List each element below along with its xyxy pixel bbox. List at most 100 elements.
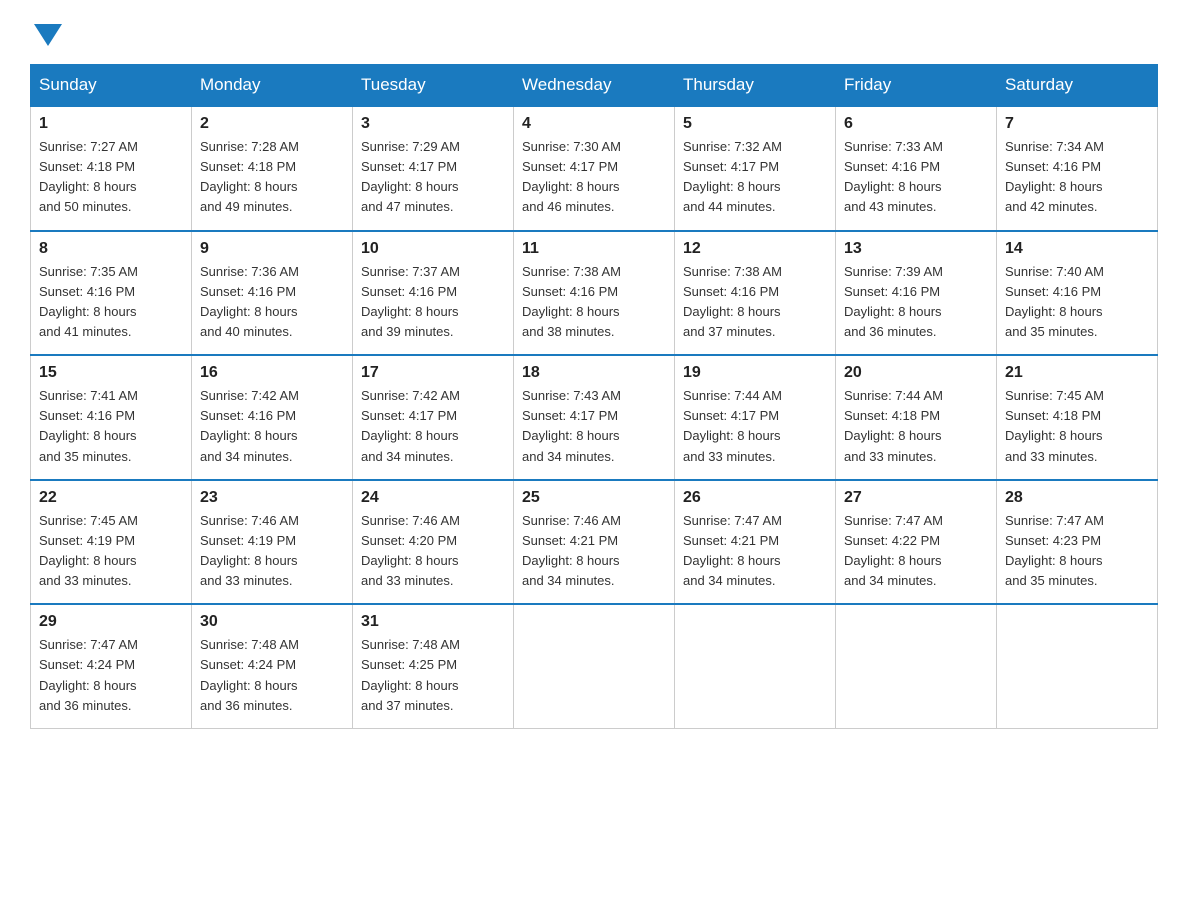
day-number: 2	[200, 115, 344, 133]
day-number: 9	[200, 240, 344, 258]
day-header-tuesday: Tuesday	[353, 65, 514, 107]
day-number: 27	[844, 489, 988, 507]
calendar-cell: 6 Sunrise: 7:33 AMSunset: 4:16 PMDayligh…	[836, 106, 997, 231]
calendar-cell: 21 Sunrise: 7:45 AMSunset: 4:18 PMDaylig…	[997, 355, 1158, 480]
calendar-cell: 31 Sunrise: 7:48 AMSunset: 4:25 PMDaylig…	[353, 604, 514, 728]
calendar-cell: 10 Sunrise: 7:37 AMSunset: 4:16 PMDaylig…	[353, 231, 514, 356]
day-number: 7	[1005, 115, 1149, 133]
day-header-friday: Friday	[836, 65, 997, 107]
day-info: Sunrise: 7:43 AMSunset: 4:17 PMDaylight:…	[522, 388, 621, 463]
day-info: Sunrise: 7:42 AMSunset: 4:17 PMDaylight:…	[361, 388, 460, 463]
calendar-week-row: 22 Sunrise: 7:45 AMSunset: 4:19 PMDaylig…	[31, 480, 1158, 605]
day-number: 21	[1005, 364, 1149, 382]
calendar-week-row: 8 Sunrise: 7:35 AMSunset: 4:16 PMDayligh…	[31, 231, 1158, 356]
day-info: Sunrise: 7:27 AMSunset: 4:18 PMDaylight:…	[39, 139, 138, 214]
day-header-wednesday: Wednesday	[514, 65, 675, 107]
calendar-cell	[675, 604, 836, 728]
day-info: Sunrise: 7:37 AMSunset: 4:16 PMDaylight:…	[361, 264, 460, 339]
day-number: 6	[844, 115, 988, 133]
day-info: Sunrise: 7:29 AMSunset: 4:17 PMDaylight:…	[361, 139, 460, 214]
day-info: Sunrise: 7:47 AMSunset: 4:21 PMDaylight:…	[683, 513, 782, 588]
calendar-cell: 14 Sunrise: 7:40 AMSunset: 4:16 PMDaylig…	[997, 231, 1158, 356]
day-info: Sunrise: 7:32 AMSunset: 4:17 PMDaylight:…	[683, 139, 782, 214]
calendar-week-row: 29 Sunrise: 7:47 AMSunset: 4:24 PMDaylig…	[31, 604, 1158, 728]
day-number: 26	[683, 489, 827, 507]
calendar-cell: 26 Sunrise: 7:47 AMSunset: 4:21 PMDaylig…	[675, 480, 836, 605]
day-number: 18	[522, 364, 666, 382]
calendar-cell: 24 Sunrise: 7:46 AMSunset: 4:20 PMDaylig…	[353, 480, 514, 605]
calendar-cell: 12 Sunrise: 7:38 AMSunset: 4:16 PMDaylig…	[675, 231, 836, 356]
calendar-cell: 4 Sunrise: 7:30 AMSunset: 4:17 PMDayligh…	[514, 106, 675, 231]
day-info: Sunrise: 7:44 AMSunset: 4:17 PMDaylight:…	[683, 388, 782, 463]
day-number: 3	[361, 115, 505, 133]
day-info: Sunrise: 7:47 AMSunset: 4:22 PMDaylight:…	[844, 513, 943, 588]
day-number: 11	[522, 240, 666, 258]
day-number: 31	[361, 613, 505, 631]
calendar-cell: 29 Sunrise: 7:47 AMSunset: 4:24 PMDaylig…	[31, 604, 192, 728]
day-header-monday: Monday	[192, 65, 353, 107]
calendar-cell: 16 Sunrise: 7:42 AMSunset: 4:16 PMDaylig…	[192, 355, 353, 480]
day-info: Sunrise: 7:46 AMSunset: 4:20 PMDaylight:…	[361, 513, 460, 588]
day-number: 25	[522, 489, 666, 507]
calendar-cell	[836, 604, 997, 728]
day-info: Sunrise: 7:47 AMSunset: 4:24 PMDaylight:…	[39, 637, 138, 712]
day-number: 5	[683, 115, 827, 133]
calendar-cell: 11 Sunrise: 7:38 AMSunset: 4:16 PMDaylig…	[514, 231, 675, 356]
day-number: 19	[683, 364, 827, 382]
calendar-cell: 5 Sunrise: 7:32 AMSunset: 4:17 PMDayligh…	[675, 106, 836, 231]
calendar-cell: 28 Sunrise: 7:47 AMSunset: 4:23 PMDaylig…	[997, 480, 1158, 605]
day-header-sunday: Sunday	[31, 65, 192, 107]
day-number: 16	[200, 364, 344, 382]
day-info: Sunrise: 7:30 AMSunset: 4:17 PMDaylight:…	[522, 139, 621, 214]
day-number: 12	[683, 240, 827, 258]
calendar-cell: 2 Sunrise: 7:28 AMSunset: 4:18 PMDayligh…	[192, 106, 353, 231]
calendar-cell: 23 Sunrise: 7:46 AMSunset: 4:19 PMDaylig…	[192, 480, 353, 605]
calendar-table: SundayMondayTuesdayWednesdayThursdayFrid…	[30, 64, 1158, 729]
day-info: Sunrise: 7:47 AMSunset: 4:23 PMDaylight:…	[1005, 513, 1104, 588]
day-number: 4	[522, 115, 666, 133]
day-header-thursday: Thursday	[675, 65, 836, 107]
calendar-cell: 8 Sunrise: 7:35 AMSunset: 4:16 PMDayligh…	[31, 231, 192, 356]
day-info: Sunrise: 7:46 AMSunset: 4:19 PMDaylight:…	[200, 513, 299, 588]
day-number: 30	[200, 613, 344, 631]
calendar-cell: 19 Sunrise: 7:44 AMSunset: 4:17 PMDaylig…	[675, 355, 836, 480]
calendar-cell: 22 Sunrise: 7:45 AMSunset: 4:19 PMDaylig…	[31, 480, 192, 605]
day-number: 24	[361, 489, 505, 507]
calendar-cell: 13 Sunrise: 7:39 AMSunset: 4:16 PMDaylig…	[836, 231, 997, 356]
day-number: 14	[1005, 240, 1149, 258]
day-number: 20	[844, 364, 988, 382]
day-number: 1	[39, 115, 183, 133]
day-info: Sunrise: 7:48 AMSunset: 4:24 PMDaylight:…	[200, 637, 299, 712]
day-info: Sunrise: 7:39 AMSunset: 4:16 PMDaylight:…	[844, 264, 943, 339]
day-info: Sunrise: 7:34 AMSunset: 4:16 PMDaylight:…	[1005, 139, 1104, 214]
calendar-week-row: 1 Sunrise: 7:27 AMSunset: 4:18 PMDayligh…	[31, 106, 1158, 231]
day-info: Sunrise: 7:38 AMSunset: 4:16 PMDaylight:…	[522, 264, 621, 339]
calendar-cell: 27 Sunrise: 7:47 AMSunset: 4:22 PMDaylig…	[836, 480, 997, 605]
day-info: Sunrise: 7:28 AMSunset: 4:18 PMDaylight:…	[200, 139, 299, 214]
calendar-cell: 7 Sunrise: 7:34 AMSunset: 4:16 PMDayligh…	[997, 106, 1158, 231]
calendar-cell: 9 Sunrise: 7:36 AMSunset: 4:16 PMDayligh…	[192, 231, 353, 356]
day-info: Sunrise: 7:45 AMSunset: 4:19 PMDaylight:…	[39, 513, 138, 588]
day-number: 28	[1005, 489, 1149, 507]
day-info: Sunrise: 7:46 AMSunset: 4:21 PMDaylight:…	[522, 513, 621, 588]
logo-triangle-icon	[34, 24, 62, 46]
day-info: Sunrise: 7:36 AMSunset: 4:16 PMDaylight:…	[200, 264, 299, 339]
calendar-cell: 1 Sunrise: 7:27 AMSunset: 4:18 PMDayligh…	[31, 106, 192, 231]
day-number: 15	[39, 364, 183, 382]
day-info: Sunrise: 7:44 AMSunset: 4:18 PMDaylight:…	[844, 388, 943, 463]
day-info: Sunrise: 7:33 AMSunset: 4:16 PMDaylight:…	[844, 139, 943, 214]
calendar-cell	[514, 604, 675, 728]
day-number: 10	[361, 240, 505, 258]
day-info: Sunrise: 7:35 AMSunset: 4:16 PMDaylight:…	[39, 264, 138, 339]
day-info: Sunrise: 7:48 AMSunset: 4:25 PMDaylight:…	[361, 637, 460, 712]
day-info: Sunrise: 7:40 AMSunset: 4:16 PMDaylight:…	[1005, 264, 1104, 339]
day-header-saturday: Saturday	[997, 65, 1158, 107]
calendar-cell: 25 Sunrise: 7:46 AMSunset: 4:21 PMDaylig…	[514, 480, 675, 605]
logo	[30, 20, 62, 44]
calendar-cell: 30 Sunrise: 7:48 AMSunset: 4:24 PMDaylig…	[192, 604, 353, 728]
calendar-week-row: 15 Sunrise: 7:41 AMSunset: 4:16 PMDaylig…	[31, 355, 1158, 480]
day-info: Sunrise: 7:42 AMSunset: 4:16 PMDaylight:…	[200, 388, 299, 463]
day-number: 8	[39, 240, 183, 258]
calendar-cell: 3 Sunrise: 7:29 AMSunset: 4:17 PMDayligh…	[353, 106, 514, 231]
day-info: Sunrise: 7:45 AMSunset: 4:18 PMDaylight:…	[1005, 388, 1104, 463]
